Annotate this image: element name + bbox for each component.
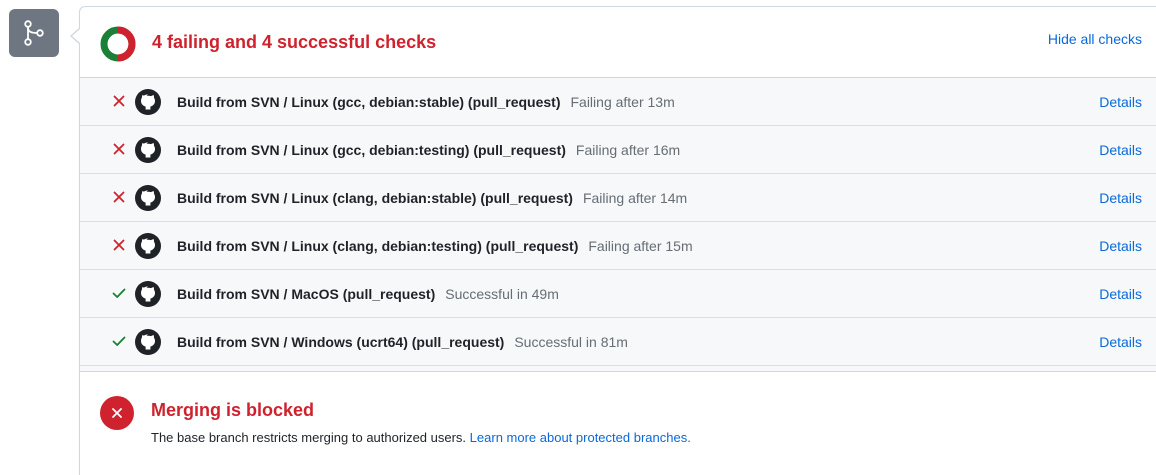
- check-name: Build from SVN / Linux (gcc, debian:test…: [177, 141, 680, 159]
- check-row: Build from SVN / Linux (clang, debian:te…: [80, 222, 1156, 270]
- github-logo-icon: [135, 329, 161, 355]
- check-icon: [112, 288, 126, 298]
- check-name: Build from SVN / Linux (gcc, debian:stab…: [177, 93, 675, 111]
- details-link[interactable]: Details: [1099, 189, 1142, 207]
- github-logo-icon: [135, 89, 161, 115]
- panel-caret-fill: [72, 29, 80, 43]
- checks-summary-header: 4 failing and 4 successful checks Hide a…: [80, 7, 1156, 78]
- check-status: Failing after 15m: [588, 238, 693, 254]
- x-icon: [112, 408, 122, 418]
- check-status: Failing after 14m: [582, 190, 688, 206]
- merge-description-text: The base branch restricts merging to aut…: [151, 430, 467, 445]
- check-name: Build from SVN / Linux (clang, debian:te…: [177, 237, 693, 255]
- github-logo-icon: [135, 137, 161, 163]
- github-logo-icon: [135, 281, 161, 307]
- check-title: Build from SVN / Linux (clang, debian:te…: [177, 238, 579, 254]
- merge-blocked-title: Merging is blocked: [151, 400, 315, 420]
- check-title: Build from SVN / Linux (gcc, debian:test…: [177, 142, 566, 158]
- checks-donut-icon: [100, 26, 136, 62]
- check-row: Build from SVN / Linux (clang, debian:st…: [80, 174, 1156, 222]
- check-row: Build from SVN / Linux (gcc, debian:stab…: [80, 78, 1156, 126]
- check-title: Build from SVN / Linux (clang, debian:st…: [177, 190, 573, 206]
- x-icon: [113, 143, 125, 155]
- merge-blocked-icon: [100, 396, 134, 430]
- x-icon: [113, 239, 125, 251]
- check-title: Build from SVN / Windows (ucrt64) (pull_…: [177, 334, 505, 350]
- details-link[interactable]: Details: [1099, 237, 1142, 255]
- check-name: Build from SVN / Windows (ucrt64) (pull_…: [177, 333, 628, 351]
- check-title: Build from SVN / MacOS (pull_request): [177, 286, 436, 302]
- details-link[interactable]: Details: [1099, 141, 1142, 159]
- check-status: Successful in 81m: [514, 334, 628, 350]
- check-status: Failing after 16m: [575, 142, 681, 158]
- details-link[interactable]: Details: [1099, 285, 1142, 303]
- x-icon: [113, 95, 125, 107]
- protected-branches-link[interactable]: Learn more about protected branches.: [470, 430, 691, 445]
- check-name: Build from SVN / Linux (clang, debian:st…: [177, 189, 687, 207]
- merge-blocked-box: Merging is blocked The base branch restr…: [80, 371, 1156, 475]
- github-logo-icon: [135, 185, 161, 211]
- check-row: Build from SVN / MacOS (pull_request) Suc…: [80, 270, 1156, 318]
- check-status: Failing after 13m: [570, 94, 675, 110]
- checks-list: Build from SVN / Linux (gcc, debian:stab…: [80, 78, 1156, 371]
- merge-status-panel: 4 failing and 4 successful checks Hide a…: [79, 6, 1156, 475]
- details-link[interactable]: Details: [1099, 93, 1142, 111]
- details-link[interactable]: Details: [1099, 333, 1142, 351]
- check-status: Successful in 49m: [445, 286, 559, 302]
- git-branch-icon: [24, 20, 44, 46]
- check-title: Build from SVN / Linux (gcc, debian:stab…: [177, 94, 561, 110]
- checks-summary-title: 4 failing and 4 successful checks: [152, 32, 437, 52]
- hide-all-checks-link[interactable]: Hide all checks: [1048, 30, 1142, 48]
- branch-badge: [9, 9, 59, 57]
- check-row: Build from SVN / Linux (gcc, debian:test…: [80, 126, 1156, 174]
- merge-blocked-description: The base branch restricts merging to aut…: [151, 429, 691, 447]
- check-name: Build from SVN / MacOS (pull_request) Suc…: [177, 285, 559, 303]
- check-icon: [112, 336, 126, 346]
- check-row: Build from SVN / Windows (ucrt64) (pull_…: [80, 318, 1156, 366]
- x-icon: [113, 191, 125, 203]
- github-logo-icon: [135, 233, 161, 259]
